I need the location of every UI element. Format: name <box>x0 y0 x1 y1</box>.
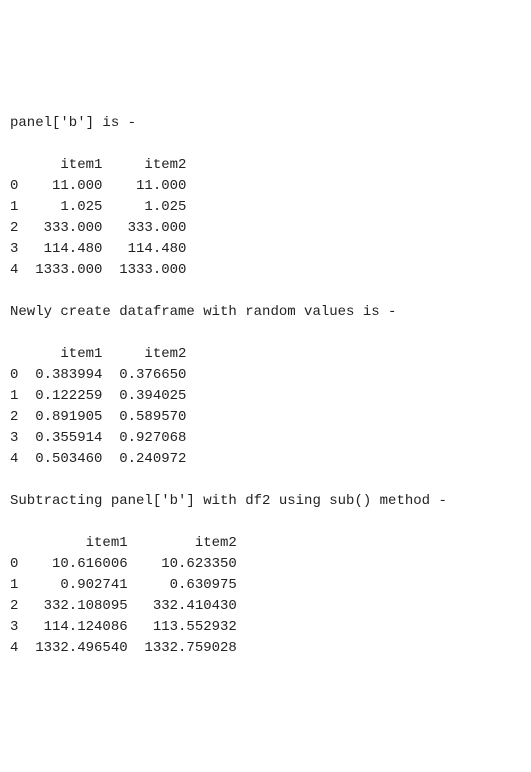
section-1-title: panel['b'] is - <box>10 115 136 131</box>
section-3-table: item1 item2 0 10.616006 10.623350 1 0.90… <box>10 535 237 656</box>
section-2-table: item1 item2 0 0.383994 0.376650 1 0.1222… <box>10 346 186 467</box>
section-3-title: Subtracting panel['b'] with df2 using su… <box>10 493 447 509</box>
console-output: panel['b'] is - item1 item2 0 11.000 11.… <box>0 105 531 667</box>
section-2-title: Newly create dataframe with random value… <box>10 304 396 320</box>
section-1-table: item1 item2 0 11.000 11.000 1 1.025 1.02… <box>10 157 186 278</box>
